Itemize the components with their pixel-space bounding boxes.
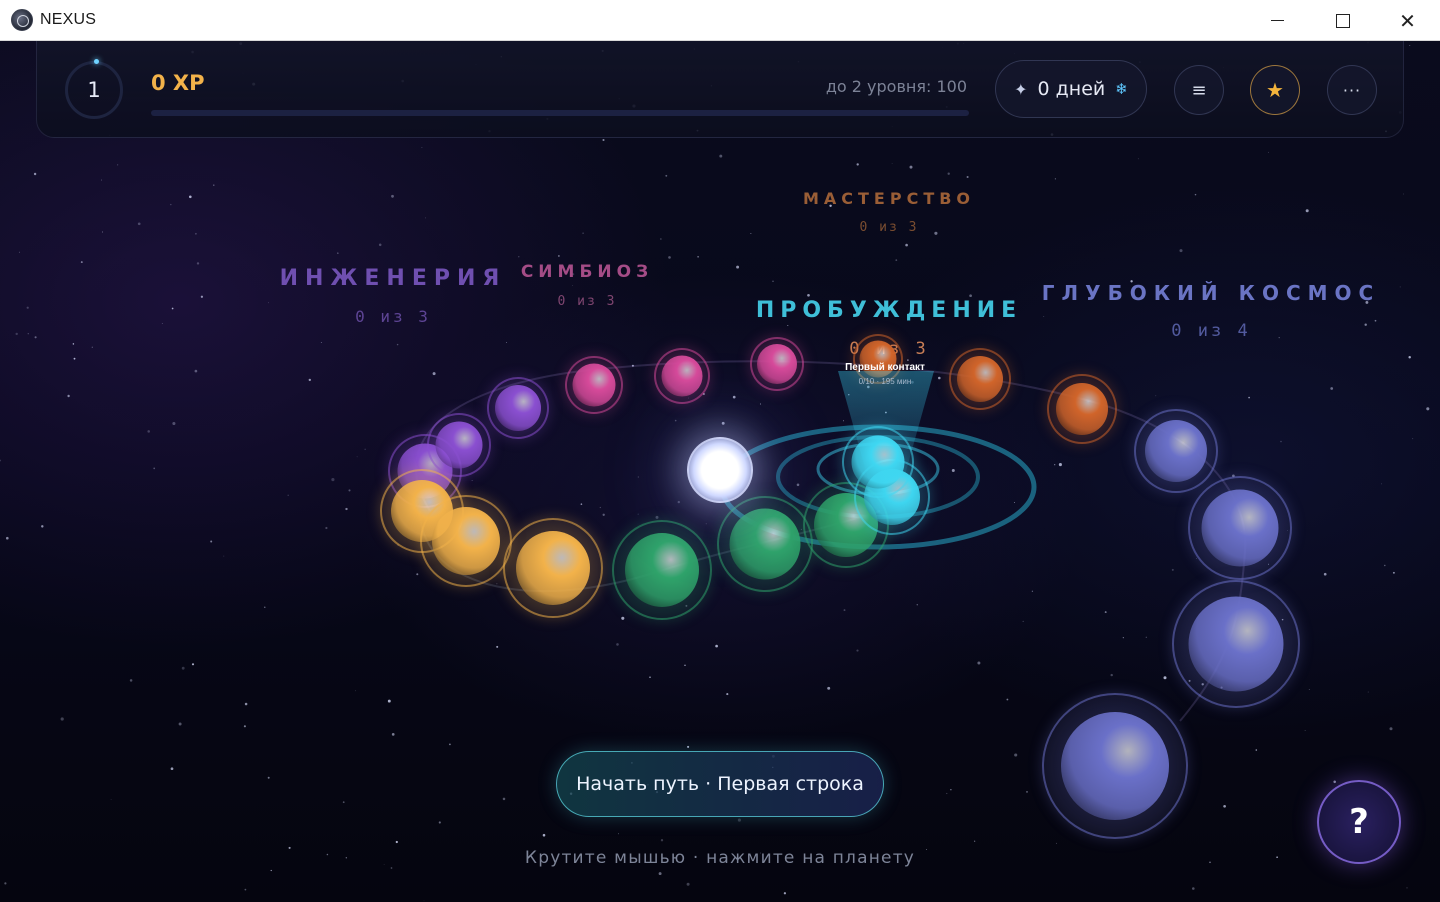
- maximize-button[interactable]: [1310, 0, 1375, 41]
- planet-body: [1145, 420, 1207, 482]
- minimize-button[interactable]: [1245, 0, 1310, 41]
- planet-node[interactable]: [1134, 409, 1218, 493]
- planet-body: [435, 421, 483, 469]
- close-button[interactable]: ✕: [1375, 0, 1440, 41]
- galaxy-scene[interactable]: 1 0 XP до 2 уровня: 100 ✦ 0 дней ❄ ≡ ★ ·…: [0, 41, 1440, 902]
- planet-body: [625, 533, 699, 607]
- planet-node[interactable]: [612, 520, 712, 620]
- start-path-button[interactable]: Начать путь · Первая строка: [556, 751, 884, 817]
- planet-name: Первый контакт: [845, 362, 925, 373]
- planet-body: [957, 356, 1003, 402]
- planet-body: [729, 508, 801, 580]
- planet-node[interactable]: [717, 496, 813, 592]
- app-logo-icon: [11, 9, 33, 31]
- planet-body: [757, 344, 797, 384]
- planet-body: [1061, 712, 1169, 820]
- planet-body: [1056, 383, 1108, 435]
- window-controls: ✕: [1245, 0, 1440, 41]
- planet-body: [1201, 489, 1279, 567]
- window-titlebar: NEXUS ✕: [0, 0, 1440, 41]
- planet-meta: 0/10 · 195 мин: [858, 377, 912, 386]
- planet-node[interactable]: [1172, 580, 1300, 708]
- planet-body: [572, 363, 616, 407]
- planet-node[interactable]: [565, 356, 623, 414]
- planet-node[interactable]: [420, 495, 512, 587]
- planet-body: [1188, 596, 1284, 692]
- window-title: NEXUS: [40, 11, 97, 28]
- planet-body: [516, 531, 590, 605]
- planet-node[interactable]: [1188, 476, 1292, 580]
- planet-node[interactable]: [750, 337, 804, 391]
- planet-node[interactable]: [487, 377, 549, 439]
- planet-node[interactable]: [1042, 693, 1188, 839]
- planet-node[interactable]: [1047, 374, 1117, 444]
- planet-body: [495, 385, 541, 431]
- question-icon: ?: [1349, 802, 1369, 842]
- planet-node[interactable]: [427, 413, 491, 477]
- planet-body: [661, 355, 703, 397]
- central-star[interactable]: [687, 437, 753, 503]
- focused-planet-tooltip: Первый контакт 0/10 · 195 мин: [845, 362, 925, 386]
- planet-node[interactable]: [949, 348, 1011, 410]
- planet-body: [432, 507, 500, 575]
- planet-node[interactable]: [654, 348, 710, 404]
- planet-node[interactable]: [503, 518, 603, 618]
- help-button[interactable]: ?: [1317, 780, 1401, 864]
- controls-hint: Крутите мышью · нажмите на планету: [524, 848, 916, 868]
